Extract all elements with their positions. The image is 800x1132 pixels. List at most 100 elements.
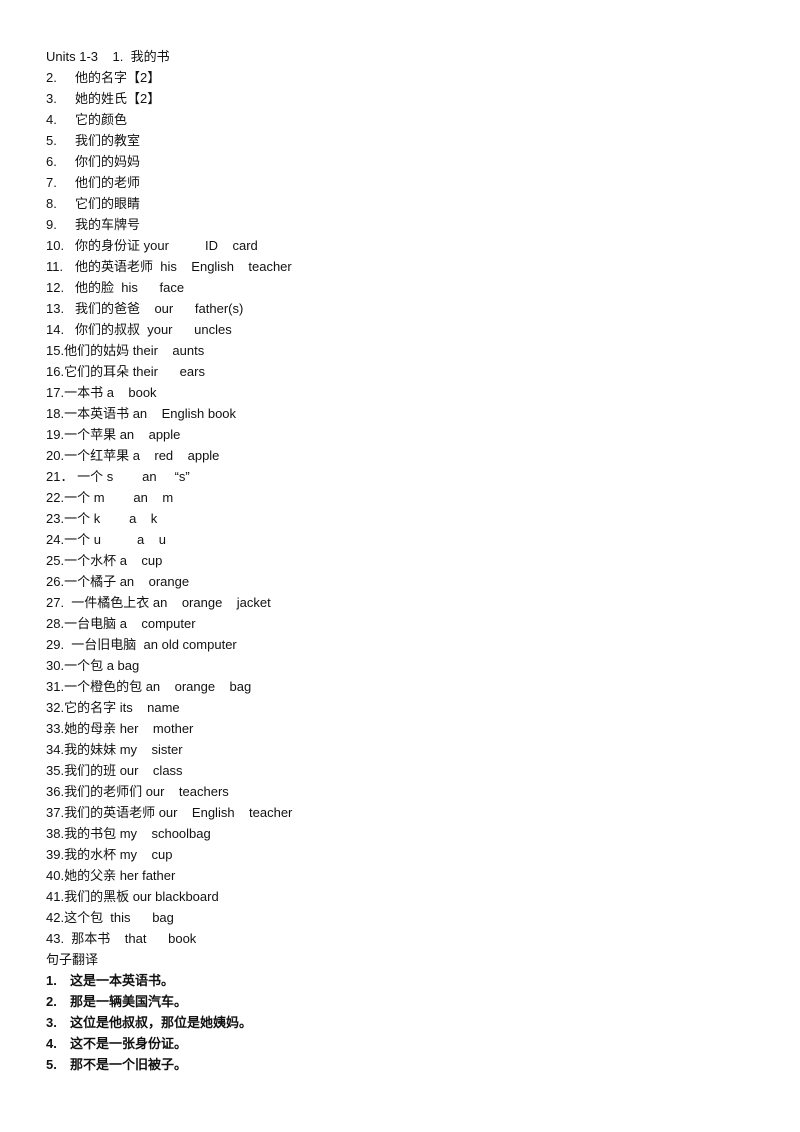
item-text: 那是一辆美国汽车。 [70, 994, 188, 1009]
item-number: 2. [46, 994, 57, 1009]
item-text: 他们的老师 [75, 175, 141, 190]
item-number: 12. [46, 280, 65, 295]
vocab-item: 8. 它们的眼睛 [46, 193, 292, 214]
item-text: 她的父亲 her father [64, 868, 176, 883]
vocab-item: 9. 我的车牌号 [46, 214, 292, 235]
item-number: 7. [46, 175, 57, 190]
item-number: 29. [46, 637, 65, 652]
sentences-item: 4. 这不是一张身份证。 [46, 1033, 292, 1054]
item-text: 他的英语老师 his English teacher [75, 259, 292, 274]
item-text: 我的书 [130, 49, 170, 64]
item-text: 我的水杯 my cup [64, 847, 173, 862]
vocab-item: 38.我的书包 my schoolbag [46, 823, 292, 844]
item-number: 6. [46, 154, 57, 169]
vocab-item: 23.一个 k a k [46, 508, 292, 529]
item-number: 33. [46, 721, 65, 736]
item-number: 3. [46, 91, 57, 106]
item-text: 你们的妈妈 [75, 154, 141, 169]
item-text: 它的颜色 [75, 112, 128, 127]
vocab-item: 13. 我们的爸爸 our father(s) [46, 298, 292, 319]
item-text: 我的车牌号 [75, 217, 141, 232]
item-text: 那本书 that book [64, 931, 197, 946]
vocab-item: 7. 他们的老师 [46, 172, 292, 193]
item-number: 42. [46, 910, 65, 925]
sentences-item: 5. 那不是一个旧被子。 [46, 1054, 292, 1075]
item-text: 她的母亲 her mother [64, 721, 194, 736]
item-number: 27. [46, 595, 65, 610]
unit-title: Units 1-3 [46, 49, 99, 64]
item-number: 1. [46, 973, 57, 988]
sentences-item: 1. 这是一本英语书。 [46, 970, 292, 991]
section-title: 句子翻译 [46, 952, 99, 967]
item-text: 我们的黑板 our blackboard [64, 889, 219, 904]
item-number: 4. [46, 1036, 57, 1051]
item-number: 34. [46, 742, 65, 757]
item-number: 31. [46, 679, 65, 694]
vocab-item: 15.他们的姑妈 their aunts [46, 340, 292, 361]
item-text: 我的妹妹 my sister [64, 742, 183, 757]
item-text: 我们的教室 [75, 133, 141, 148]
vocab-item: 30.一个包 a bag [46, 655, 292, 676]
item-number: 32. [46, 700, 65, 715]
item-text: 一个橙色的包 an orange bag [64, 679, 252, 694]
item-number: 5. [46, 133, 57, 148]
item-text: 我们的老师们 our teachers [64, 784, 229, 799]
vocab-item: 41.我们的黑板 our blackboard [46, 886, 292, 907]
item-number: 39. [46, 847, 65, 862]
vocab-item: 3. 她的姓氏【2】 [46, 88, 292, 109]
item-number: 20. [46, 448, 65, 463]
item-text: 他的脸 his face [75, 280, 185, 295]
item-number: 3. [46, 1015, 57, 1030]
item-number: 13. [46, 301, 65, 316]
sentences-item: 3. 这位是他叔叔，那位是她姨妈。 [46, 1012, 292, 1033]
item-text: 她的姓氏【2】 [75, 91, 161, 106]
item-number: 18. [46, 406, 65, 421]
item-number: 35. [46, 763, 65, 778]
vocab-item: 22.一个 m an m [46, 487, 292, 508]
item-number: 40. [46, 868, 65, 883]
item-number: 22. [46, 490, 65, 505]
item-number: 17. [46, 385, 65, 400]
item-text: 那不是一个旧被子。 [70, 1057, 188, 1072]
item-number: 5. [46, 1057, 57, 1072]
document-body: Units 1-3 1. 我的书 2. 他的名字【2】 3. 她的姓氏【2】 4. 它的颜… [46, 46, 292, 1075]
item-text: 我们的英语老师 our English teacher [64, 805, 293, 820]
vocab-item: 29. 一台旧电脑 an old computer [46, 634, 292, 655]
item-number: 15. [46, 343, 65, 358]
item-number: 21． [46, 469, 74, 484]
item-number: 24. [46, 532, 65, 547]
vocab-item: 37.我们的英语老师 our English teacher [46, 802, 292, 823]
item-number: 16. [46, 364, 65, 379]
item-text: 一个水杯 a cup [64, 553, 163, 568]
item-number: 30. [46, 658, 65, 673]
sentences-item: 2. 那是一辆美国汽车。 [46, 991, 292, 1012]
item-number: 11. [46, 259, 64, 274]
item-text: 你们的叔叔 your uncles [75, 322, 232, 337]
vocab-item: 20.一个红苹果 a red apple [46, 445, 292, 466]
item-text: 他的名字【2】 [75, 70, 161, 85]
item-text: 你的身份证 your ID card [75, 238, 258, 253]
item-number: 25. [46, 553, 65, 568]
vocab-item: 28.一台电脑 a computer [46, 613, 292, 634]
item-text: 一台电脑 a computer [64, 616, 196, 631]
vocab-item: 4. 它的颜色 [46, 109, 292, 130]
vocab-item: 43. 那本书 that book [46, 928, 292, 949]
vocab-item: 39.我的水杯 my cup [46, 844, 292, 865]
vocab-list: 2. 他的名字【2】 3. 她的姓氏【2】 4. 它的颜色 5. 我们的教室 6. 你们的妈妈 7.… [46, 67, 292, 949]
item-text: 这是一本英语书。 [70, 973, 175, 988]
vocab-item: 17.一本书 a book [46, 382, 292, 403]
item-text: 一本英语书 an English book [64, 406, 237, 421]
item-text: 一个红苹果 a red apple [64, 448, 220, 463]
item-number: 37. [46, 805, 65, 820]
item-number: 10. [46, 238, 65, 253]
vocab-item: 21． 一个 s an “s” [46, 466, 292, 487]
item-text: 这个包 this bag [64, 910, 174, 925]
item-text: 一个苹果 an apple [64, 427, 181, 442]
vocab-item: 6. 你们的妈妈 [46, 151, 292, 172]
vocab-item: 40.她的父亲 her father [46, 865, 292, 886]
vocab-item: 2. 他的名字【2】 [46, 67, 292, 88]
item-text: 一个 s an “s” [73, 469, 190, 484]
item-number: 26. [46, 574, 65, 589]
vocab-item: 5. 我们的教室 [46, 130, 292, 151]
item-number: 36. [46, 784, 65, 799]
